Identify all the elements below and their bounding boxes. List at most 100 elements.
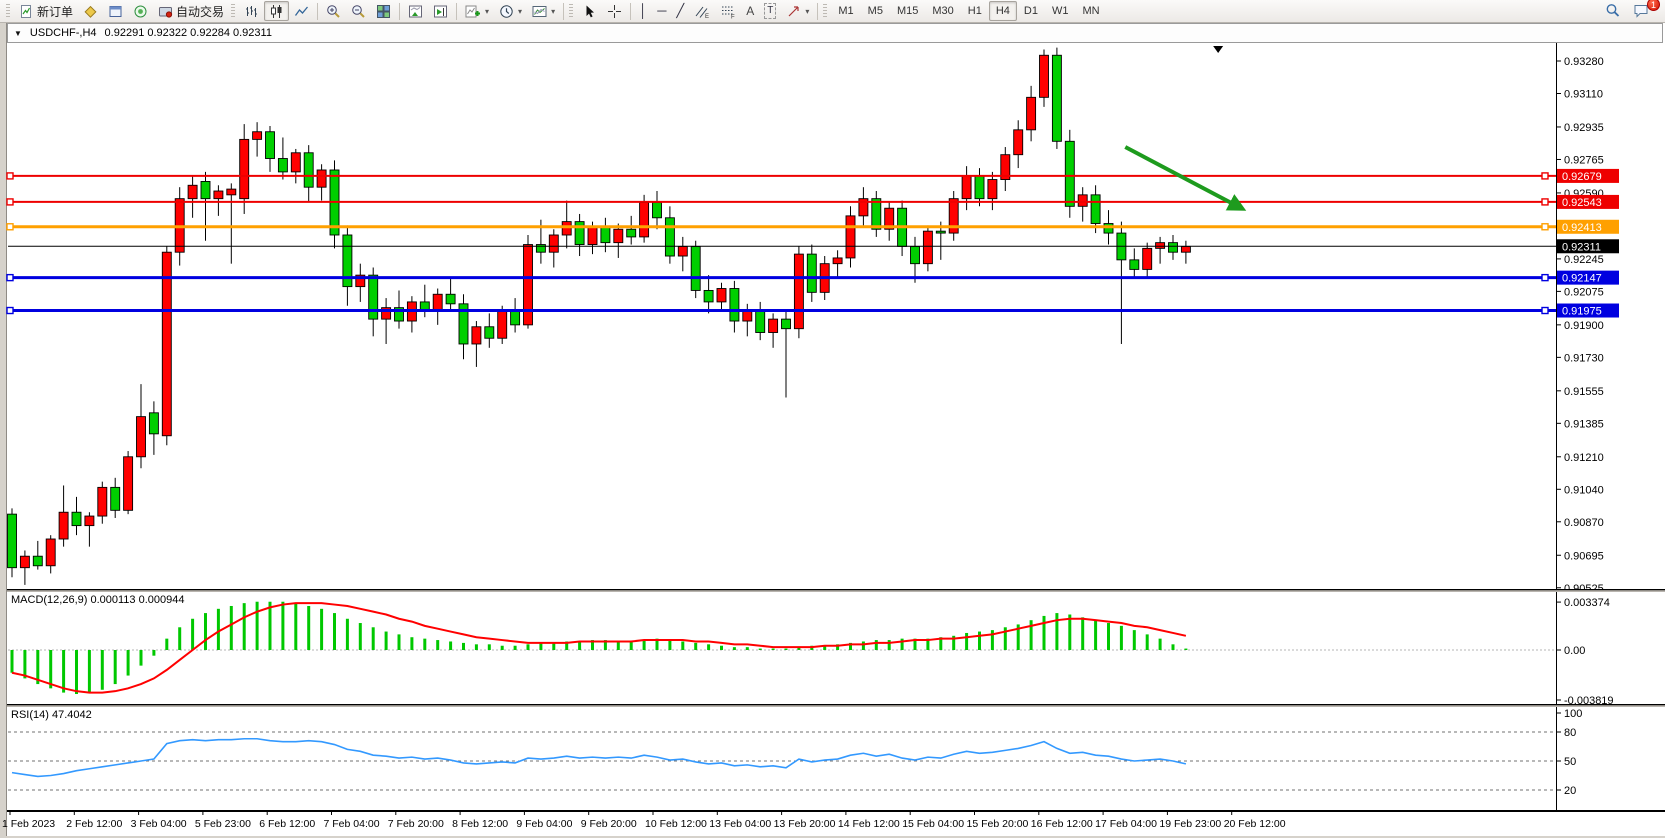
toolbar-grip (6, 4, 10, 19)
svg-text:7 Feb 04:00: 7 Feb 04:00 (324, 818, 380, 830)
svg-text:20: 20 (1564, 785, 1576, 797)
toolbar-grip (231, 4, 235, 19)
indicators-button[interactable]: ▾ (460, 1, 494, 21)
zoom-out-button[interactable] (346, 1, 371, 21)
svg-text:15 Feb 20:00: 15 Feb 20:00 (967, 818, 1029, 830)
data-window-icon (108, 4, 123, 19)
autotrading-button[interactable]: 自动交易 (153, 1, 229, 21)
cursor-button[interactable] (577, 1, 602, 21)
dropdown-arrow-icon: ▾ (518, 7, 522, 16)
svg-text:19 Feb 23:00: 19 Feb 23:00 (1159, 818, 1221, 830)
svg-text:9 Feb 20:00: 9 Feb 20:00 (581, 818, 637, 830)
arrows-icon (786, 4, 801, 19)
chart-menu-icon[interactable]: ▼ (14, 29, 22, 38)
toolbar-separator (817, 3, 818, 20)
timeframe-toolbar: M1M5M15M30H1H4D1W1MN (831, 1, 1106, 21)
svg-text:13 Feb 04:00: 13 Feb 04:00 (709, 818, 771, 830)
time-axis[interactable]: 1 Feb 20232 Feb 12:003 Feb 04:005 Feb 23… (0, 811, 1665, 838)
svg-text:0.91975: 0.91975 (1562, 306, 1602, 318)
timeframe-button-W1[interactable]: W1 (1045, 1, 1076, 21)
chart-symbol-period: USDCHF-,H4 (30, 27, 97, 39)
svg-text:20 Feb 12:00: 20 Feb 12:00 (1224, 818, 1286, 830)
toolbar-separator (563, 3, 564, 20)
crosshair-icon (607, 4, 622, 19)
svg-text:0.90525: 0.90525 (1564, 583, 1604, 590)
rsi-chart-canvas[interactable]: 100805020 (0, 707, 1665, 811)
svg-text:0.91900: 0.91900 (1564, 320, 1604, 332)
toolbar-separator (630, 3, 631, 20)
new-order-label: 新订单 (37, 3, 73, 20)
new-order-button[interactable]: 新订单 (14, 1, 78, 21)
svg-text:80: 80 (1564, 727, 1576, 739)
timeframe-button-M1[interactable]: M1 (831, 1, 860, 21)
svg-text:0.91730: 0.91730 (1564, 352, 1604, 364)
channel-icon: E (694, 4, 710, 19)
channel-tool[interactable]: E (689, 1, 715, 21)
new-order-icon (19, 4, 34, 19)
vertical-line-tool[interactable]: │ (634, 1, 652, 21)
svg-text:0.91555: 0.91555 (1564, 386, 1604, 398)
svg-text:0.92245: 0.92245 (1564, 254, 1604, 266)
autotrading-icon (158, 4, 173, 19)
svg-text:50: 50 (1564, 756, 1576, 768)
horizontal-line-tool[interactable]: ─ (652, 1, 671, 21)
trendline-tool[interactable]: ╱ (671, 1, 689, 21)
autotrading-label: 自动交易 (176, 3, 224, 20)
dropdown-arrow-icon: ▾ (551, 7, 555, 16)
svg-text:0.92679: 0.92679 (1562, 171, 1602, 183)
periods-button[interactable]: ▾ (494, 1, 527, 21)
toolbar-separator (399, 3, 400, 20)
svg-text:0.92075: 0.92075 (1564, 286, 1604, 298)
crosshair-button[interactable] (602, 1, 627, 21)
data-window-button[interactable] (103, 1, 128, 21)
arrange-charts-button[interactable] (403, 1, 428, 21)
notification-badge: 1 (1647, 0, 1660, 11)
bar-chart-icon (244, 4, 259, 19)
step-forward-icon (433, 4, 448, 19)
candlestick-chart-button[interactable] (264, 1, 289, 21)
timeframe-button-H1[interactable]: H1 (961, 1, 989, 21)
label-tool[interactable]: T (759, 1, 781, 21)
macd-chart-canvas[interactable]: 0.0033740.00-0.003819 (0, 592, 1665, 705)
chart-ohlc-values: 0.92291 0.92322 0.92284 0.92311 (105, 27, 272, 39)
svg-text:8 Feb 12:00: 8 Feb 12:00 (452, 818, 508, 830)
svg-text:9 Feb 04:00: 9 Feb 04:00 (516, 818, 572, 830)
zoom-in-button[interactable] (321, 1, 346, 21)
macd-label: MACD(12,26,9) 0.000113 0.000944 (11, 594, 184, 606)
search-button[interactable] (1600, 1, 1626, 21)
main-toolbar: 新订单 自动交易 (0, 0, 1665, 23)
line-chart-button[interactable] (289, 1, 314, 21)
navigator-button[interactable] (128, 1, 153, 21)
tile-windows-button[interactable] (371, 1, 396, 21)
text-icon: A (746, 4, 754, 18)
timeframe-button-M5[interactable]: M5 (861, 1, 890, 21)
market-watch-button[interactable] (78, 1, 103, 21)
timeframe-button-M15[interactable]: M15 (890, 1, 925, 21)
fibonacci-tool[interactable]: F (715, 1, 741, 21)
svg-text:16 Feb 12:00: 16 Feb 12:00 (1031, 818, 1093, 830)
main-chart-canvas[interactable]: 0.932800.931100.929350.927650.925900.922… (0, 43, 1665, 590)
toolbar-separator (456, 3, 457, 20)
svg-text:7 Feb 20:00: 7 Feb 20:00 (388, 818, 444, 830)
arrows-tool[interactable]: ▾ (781, 1, 814, 21)
step-forward-button[interactable] (428, 1, 453, 21)
zoom-out-icon (351, 4, 366, 19)
text-tool[interactable]: A (741, 1, 759, 21)
timeframe-button-H4[interactable]: H4 (989, 1, 1017, 21)
chart-titlebar[interactable]: ▼ USDCHF-,H4 0.92291 0.92322 0.92284 0.9… (7, 23, 1663, 43)
svg-text:0.93280: 0.93280 (1564, 56, 1604, 68)
templates-button[interactable]: ▾ (527, 1, 560, 21)
fibonacci-icon: F (720, 4, 736, 19)
clock-icon (499, 4, 514, 19)
line-chart-icon (294, 4, 309, 19)
bar-chart-button[interactable] (239, 1, 264, 21)
tile-windows-icon (376, 4, 391, 19)
search-icon (1605, 3, 1621, 19)
timeframe-button-D1[interactable]: D1 (1017, 1, 1045, 21)
timeframe-button-MN[interactable]: MN (1075, 1, 1106, 21)
svg-text:0.90695: 0.90695 (1564, 550, 1604, 562)
horizontal-line-icon: ─ (657, 4, 666, 18)
market-watch-icon (83, 4, 98, 19)
timeframe-button-M30[interactable]: M30 (925, 1, 960, 21)
notifications-button[interactable]: 1 (1628, 1, 1655, 21)
